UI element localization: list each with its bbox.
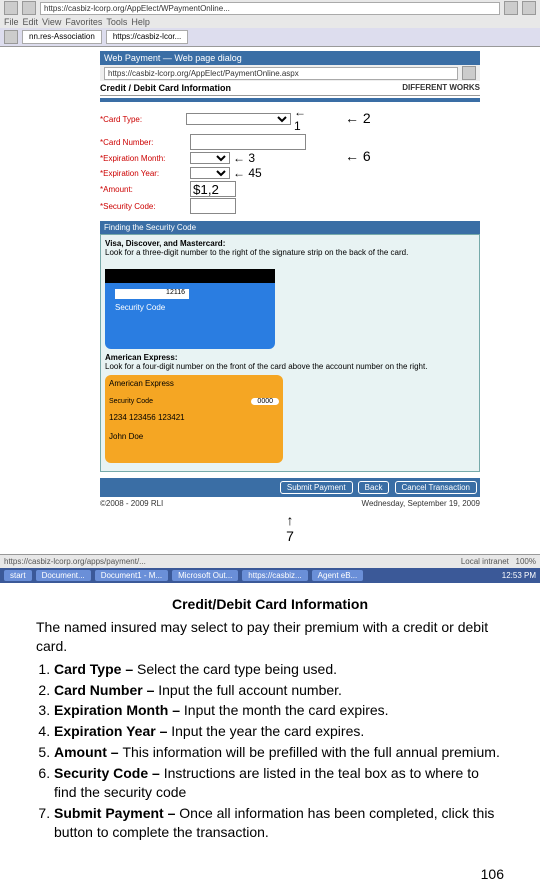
tab-1[interactable]: nn.res-Association <box>22 30 102 44</box>
exp-year-select[interactable] <box>190 167 230 179</box>
document-body: Credit/Debit Card Information The named … <box>0 583 540 856</box>
dialog-title: Web Payment — Web page dialog <box>100 51 480 65</box>
form-header-bar <box>100 98 480 102</box>
visa-head: Visa, Discover, and Mastercard: <box>105 239 225 248</box>
amount-label: *Amount: <box>100 185 190 194</box>
card-number-label: *Card Number: <box>100 138 190 147</box>
card-back-label: Security Code <box>115 303 275 312</box>
address-bar[interactable]: https://casbiz-lcorp.org/AppElect/WPayme… <box>40 2 500 15</box>
lock-icon <box>462 66 476 80</box>
callout-2: ← 2 <box>345 110 480 126</box>
section-title: Credit / Debit Card Information DIFFEREN… <box>100 81 480 96</box>
submit-payment-button[interactable]: Submit Payment <box>280 481 353 494</box>
amount-input[interactable] <box>190 181 236 197</box>
tab-bar: nn.res-Association https://casbiz-lcor..… <box>0 28 540 46</box>
amex-number: 1234 123456 123421 <box>109 413 279 422</box>
callout-4-5: ← 45 <box>233 166 262 180</box>
browser-chrome: https://casbiz-lcorp.org/AppElect/WPayme… <box>0 0 540 47</box>
action-bar: Submit Payment Back Cancel Transaction <box>100 478 480 497</box>
favorites-icon[interactable] <box>4 30 18 44</box>
card-type-select[interactable] <box>186 113 291 125</box>
menu-file[interactable]: File <box>4 17 19 27</box>
visa-text: Look for a three-digit number to the rig… <box>105 248 475 257</box>
amex-text: Look for a four-digit number on the fron… <box>105 362 475 371</box>
amex-sec-pill: 0000 <box>251 398 279 405</box>
copyright: ©2008 - 2009 RLI <box>100 499 163 508</box>
exp-month-label: *Expiration Month: <box>100 154 190 163</box>
taskbar-item[interactable]: Microsoft Out... <box>172 570 238 581</box>
security-instructions: Visa, Discover, and Mastercard: Look for… <box>100 234 480 472</box>
tab-2[interactable]: https://casbiz-lcor... <box>106 30 188 44</box>
card-number-input[interactable] <box>190 134 306 150</box>
taskbar-item[interactable]: Document1 - M... <box>95 570 168 581</box>
refresh-icon[interactable] <box>504 1 518 15</box>
taskbar-item[interactable]: https://casbiz... <box>242 570 307 581</box>
exp-year-label: *Expiration Year: <box>100 169 190 178</box>
back-button[interactable]: Back <box>358 481 390 494</box>
search-icon[interactable] <box>522 1 536 15</box>
card-back-illustration: 12116 Security Code <box>105 269 275 349</box>
taskbar: start Document... Document1 - M... Micro… <box>0 568 540 583</box>
security-code-input[interactable] <box>190 198 236 214</box>
doc-list: Card Type – Select the card type being u… <box>54 660 504 842</box>
callout-7: ↑7 <box>100 512 480 544</box>
footer-date: Wednesday, September 19, 2009 <box>362 499 480 508</box>
menu-tools[interactable]: Tools <box>106 17 127 27</box>
status-bar: https://casbiz-lcorp.org/apps/payment/..… <box>0 554 540 568</box>
menu-edit[interactable]: Edit <box>23 17 39 27</box>
start-button[interactable]: start <box>4 570 32 581</box>
status-left: https://casbiz-lcorp.org/apps/payment/..… <box>4 557 146 566</box>
status-zone: Local intranet <box>461 557 509 566</box>
security-heading: Finding the Security Code <box>100 221 480 234</box>
amex-name: John Doe <box>109 432 279 441</box>
zoom-level: 100% <box>516 557 536 566</box>
callout-3: ← 3 <box>233 151 255 165</box>
security-code-label: *Security Code: <box>100 202 190 211</box>
menu-view[interactable]: View <box>42 17 61 27</box>
amex-head: American Express: <box>105 353 177 362</box>
different-works-link[interactable]: DIFFERENT WORKS <box>402 83 480 92</box>
callout-1: ← 1 <box>294 105 315 133</box>
page-number: 106 <box>0 856 540 892</box>
clock: 12:53 PM <box>502 571 536 580</box>
forward-icon[interactable] <box>22 1 36 15</box>
card-type-label: *Card Type: <box>100 115 186 124</box>
exp-month-select[interactable] <box>190 152 230 164</box>
amex-brand: American Express <box>109 379 279 388</box>
back-icon[interactable] <box>4 1 18 15</box>
amex-sec-label: Security Code <box>109 398 153 405</box>
taskbar-item[interactable]: Document... <box>36 570 91 581</box>
doc-title: Credit/Debit Card Information <box>36 595 504 614</box>
cancel-button[interactable]: Cancel Transaction <box>395 481 477 494</box>
callout-6: ← 6 <box>345 148 480 164</box>
dialog-url: https://casbiz-lcorp.org/AppElect/Paymen… <box>104 67 458 80</box>
menu-help[interactable]: Help <box>131 17 150 27</box>
card-front-illustration: American Express Security Code 0000 1234… <box>105 375 283 463</box>
doc-intro: The named insured may select to pay thei… <box>36 618 504 656</box>
app-screenshot: Web Payment — Web page dialog https://ca… <box>0 47 540 554</box>
card-back-code: 12116 <box>115 289 189 299</box>
taskbar-item[interactable]: Agent eB... <box>312 570 364 581</box>
menu-favorites[interactable]: Favorites <box>65 17 102 27</box>
